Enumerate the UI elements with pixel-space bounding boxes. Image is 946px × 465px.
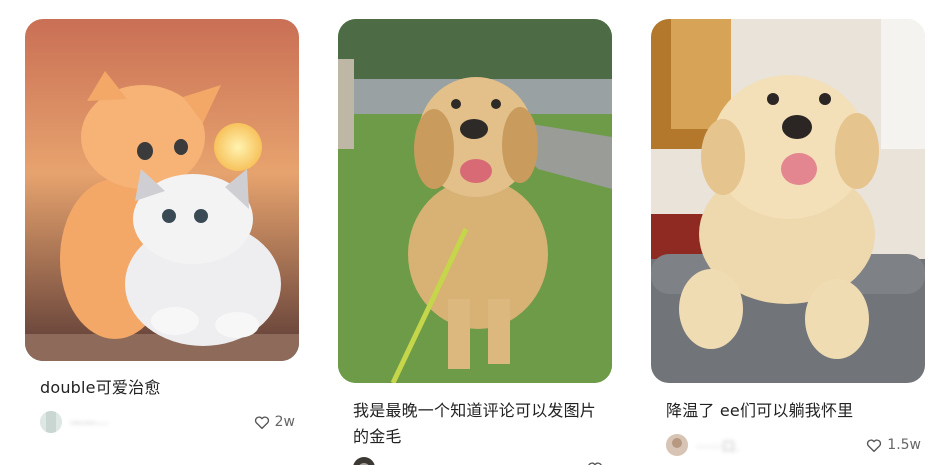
note-cover-image[interactable] — [338, 19, 612, 383]
author-info[interactable] — [353, 456, 383, 465]
note-cover-image[interactable] — [651, 19, 925, 383]
golden-puppy-photo — [651, 19, 925, 383]
note-feed: double可爱治愈 一一⋯ 2w 我是最晚一个知道评论可以发图片的金毛 降温了… — [0, 0, 946, 465]
heart-outline-icon — [867, 439, 882, 453]
kittens-illustration — [25, 19, 299, 361]
avatar[interactable] — [666, 434, 688, 456]
note-title[interactable]: 我是最晚一个知道评论可以发图片的金毛 — [353, 398, 603, 450]
heart-outline-icon — [588, 462, 602, 465]
like-count: 1.5w — [887, 437, 921, 453]
author-info[interactable]: 一一⋯ — [40, 410, 109, 434]
note-cover-image[interactable] — [25, 19, 299, 361]
avatar[interactable] — [40, 411, 62, 433]
author-name[interactable]: 一一⋯ — [70, 413, 109, 432]
like-button[interactable]: 2w — [253, 410, 295, 434]
note-footer: ⋯⋯口. 1.5w — [666, 433, 921, 457]
author-name[interactable]: ⋯⋯口. — [696, 436, 739, 455]
note-footer: 一一⋯ 2w — [40, 410, 295, 434]
note-title[interactable]: 降温了 ee们可以躺我怀里 — [666, 398, 916, 424]
golden-retriever-photo — [338, 19, 612, 383]
heart-outline-icon — [254, 416, 269, 430]
note-footer — [353, 456, 608, 465]
like-count: 2w — [274, 414, 295, 430]
avatar[interactable] — [353, 457, 375, 465]
note-title[interactable]: double可爱治愈 — [40, 375, 290, 401]
author-info[interactable]: ⋯⋯口. — [666, 433, 739, 457]
like-button[interactable] — [586, 456, 608, 465]
like-button[interactable]: 1.5w — [865, 433, 921, 457]
